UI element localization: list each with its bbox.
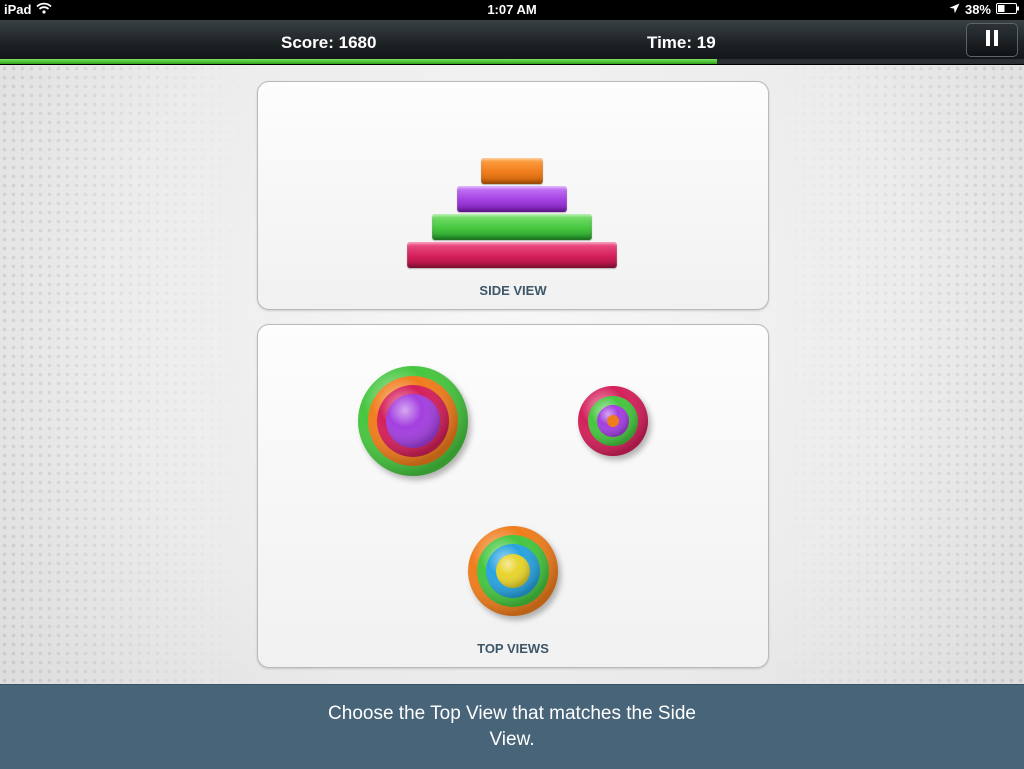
side-view-panel: SIDE VIEW (257, 81, 769, 310)
score-display: Score: 1680 (281, 33, 377, 52)
timer-progress-bar (0, 59, 1024, 64)
ring-stack-a-icon (358, 366, 468, 476)
battery-icon (996, 2, 1020, 17)
ring-stack-c-icon (468, 526, 558, 616)
disk-crimson (407, 242, 617, 268)
top-view-option-c[interactable] (467, 525, 559, 617)
pause-icon (985, 29, 999, 52)
status-time: 1:07 AM (487, 2, 537, 17)
disk-purple (457, 186, 567, 212)
disk-green (432, 214, 592, 240)
top-views-label: TOP VIEWS (477, 641, 549, 656)
instruction-bar: Choose the Top View that matches the Sid… (0, 684, 1024, 769)
battery-percent: 38% (964, 2, 991, 17)
timer-progress-fill (0, 59, 717, 64)
background-pattern-left (0, 64, 260, 684)
time-display: Time: 19 (647, 33, 716, 52)
pause-button[interactable] (966, 23, 1018, 57)
ring-stack-b-icon (578, 386, 648, 456)
instruction-text: Choose the Top View that matches the Sid… (328, 703, 696, 750)
background-pattern-right (764, 64, 1024, 684)
disk-orange (481, 158, 543, 184)
status-bar: iPad 1:07 AM 38% (0, 0, 1024, 20)
side-view-label: SIDE VIEW (479, 283, 547, 298)
top-view-option-b[interactable] (577, 385, 649, 457)
top-views-panel: TOP VIEWS (257, 324, 769, 668)
top-view-option-a[interactable] (357, 365, 469, 477)
location-arrow-icon (949, 2, 960, 17)
